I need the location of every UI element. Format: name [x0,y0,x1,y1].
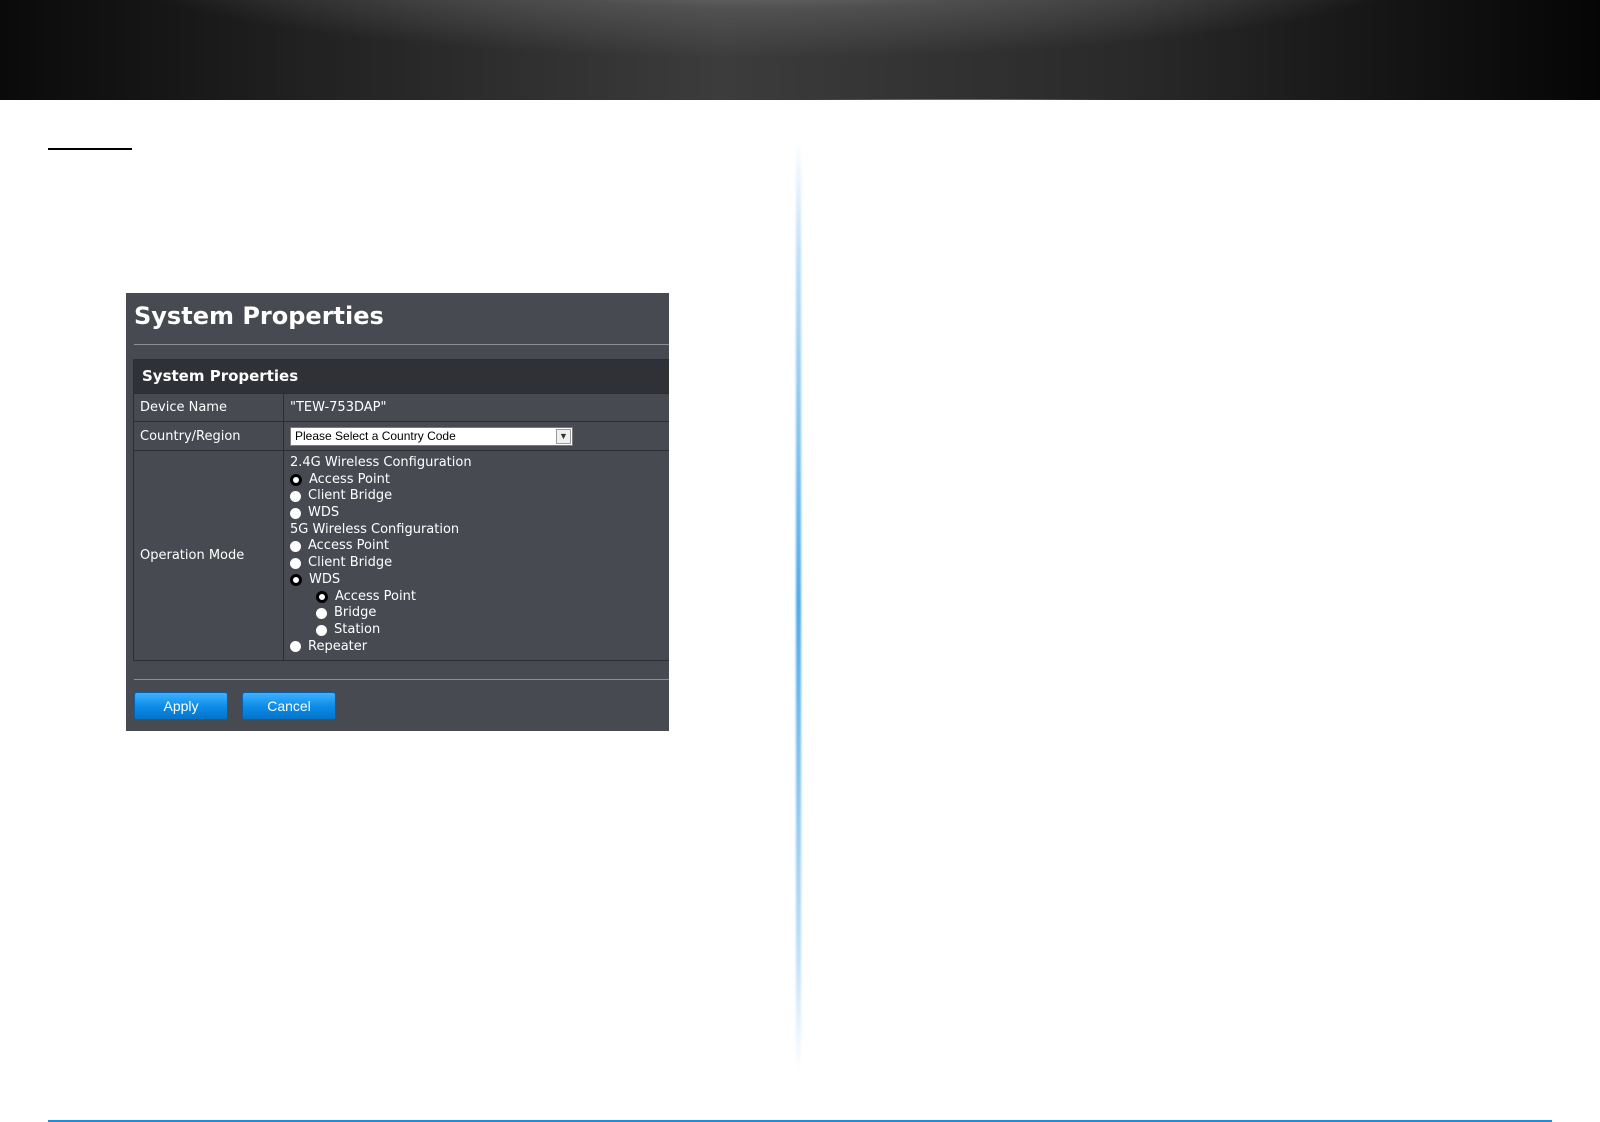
country-select-value: Please Select a Country Code [295,428,456,443]
radio-5g-access-point[interactable]: Access Point [290,538,472,555]
radio-label: WDS [308,505,340,521]
operation-mode-cell: 2.4G Wireless Configuration Access Point… [284,451,669,660]
radio-checked-icon[interactable] [290,574,302,587]
radio-24g-client-bridge[interactable]: Client Bridge [290,488,472,505]
radio-label: Client Bridge [308,488,393,504]
g5-heading: 5G Wireless Configuration [290,521,460,537]
cancel-button[interactable]: Cancel [242,692,336,720]
radio-icon[interactable] [316,624,327,636]
radio-label: Access Point [309,471,390,487]
radio-5g-client-bridge[interactable]: Client Bridge [290,555,472,572]
radio-5g-wds[interactable]: WDS [290,572,472,589]
page-title: System Properties [134,302,384,330]
radio-checked-icon[interactable] [290,474,302,487]
properties-table: System Properties Device Name "TEW-753DA… [133,359,669,661]
radio-24g-access-point[interactable]: Access Point [290,472,472,489]
country-label: Country/Region [134,422,284,450]
button-divider [134,679,669,680]
radio-label: Station [334,621,381,637]
radio-label: WDS [309,571,341,587]
radio-icon[interactable] [290,557,301,569]
country-cell: Please Select a Country Code ▼ [284,422,669,450]
radio-label: Client Bridge [308,555,393,571]
country-row: Country/Region Please Select a Country C… [134,421,669,450]
radio-wds-access-point[interactable]: Access Point [290,589,472,606]
radio-icon[interactable] [290,641,301,653]
radio-repeater[interactable]: Repeater [290,639,472,656]
heading-underline [48,148,132,150]
radio-label: Access Point [308,538,389,554]
operation-mode-row: Operation Mode 2.4G Wireless Configurati… [134,450,669,660]
radio-icon[interactable] [290,507,301,519]
operation-mode-label: Operation Mode [134,451,284,660]
radio-icon[interactable] [290,541,301,553]
apply-button[interactable]: Apply [134,692,228,720]
device-name-label: Device Name [134,394,284,421]
radio-icon[interactable] [290,491,301,503]
radio-wds-station[interactable]: Station [290,622,472,639]
column-divider [796,140,801,1070]
radio-label: Repeater [308,638,368,654]
radio-wds-bridge[interactable]: Bridge [290,605,472,622]
device-name-value: "TEW-753DAP" [290,400,387,415]
radio-label: Bridge [334,605,377,621]
title-divider [134,344,669,345]
radio-label: Access Point [335,588,416,604]
section-title: System Properties [134,360,669,393]
device-name-row: Device Name "TEW-753DAP" [134,393,669,421]
g24-heading: 2.4G Wireless Configuration [290,455,472,470]
header-banner [0,0,1600,100]
system-properties-panel: System Properties System Properties Devi… [126,293,669,731]
radio-24g-wds[interactable]: WDS [290,505,472,522]
chevron-down-icon[interactable]: ▼ [556,428,571,444]
radio-icon[interactable] [316,608,327,620]
radio-checked-icon[interactable] [316,590,328,603]
country-select[interactable]: Please Select a Country Code ▼ [290,426,573,446]
operation-mode-options: 2.4G Wireless Configuration Access Point… [290,455,472,655]
